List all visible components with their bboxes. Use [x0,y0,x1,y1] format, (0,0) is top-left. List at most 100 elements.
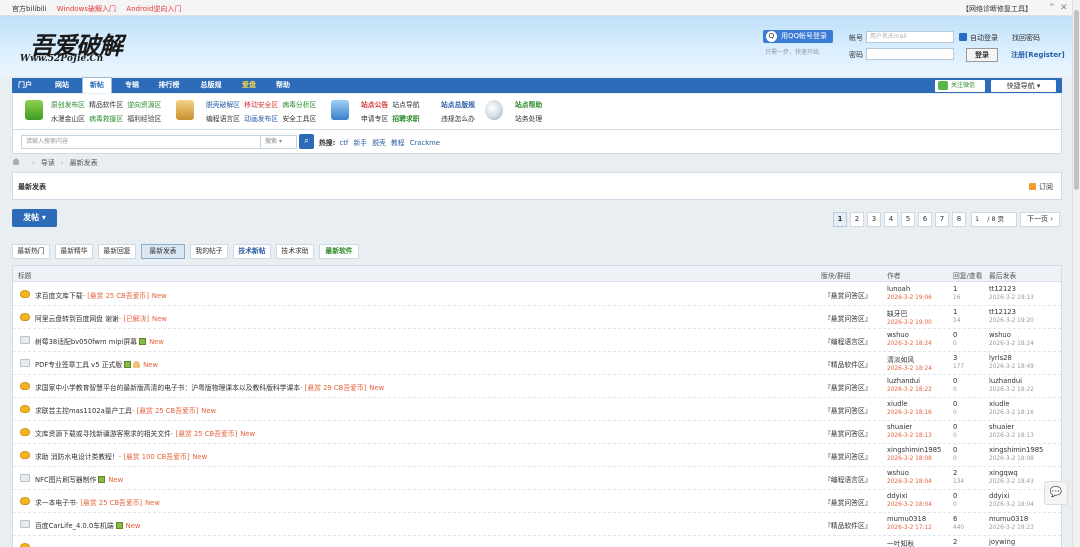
nav-portal[interactable]: 门户 [12,78,38,93]
subnav-link[interactable]: 站点帮助 [515,101,542,109]
table-row[interactable]: 树莓38适配bv050fwm mipi屏幕 New 『编程语言区』 wshuo 2026… [13,329,1061,352]
thread-title[interactable]: 树莓38适配bv050fwm mipi屏幕 New [35,336,164,346]
thread-title[interactable]: 文库资源下载或寻找新疆游客需求的相关文件- [悬赏 25 CB吾爱币] New [35,428,255,438]
thread-title-text[interactable]: 阿里云盘转到百度网盘 谢谢 [35,315,119,323]
thread-title-text[interactable]: 求助 消防水电设计类教程！ [35,453,119,461]
thread-title-text[interactable]: 求国家中小学教育智慧平台的最新版高清的电子书：沪粤版物理课本以及教科版科学课本 [35,384,300,392]
thread-forum[interactable]: 『悬赏问答区』 [824,497,872,507]
last-post-date[interactable]: 2026-3-2 18:43 [989,479,1034,485]
scrollbar-thumb[interactable] [1074,10,1079,190]
thread-author[interactable]: xingshimin1985 [887,446,941,454]
thread-author[interactable]: lunoah [887,285,932,293]
next-page-button[interactable]: 下一页 › [1020,212,1060,227]
network-tool-link[interactable]: 【网络诊断修复工具】 [962,4,1032,14]
nav-new-posts[interactable]: 新帖 [82,77,112,93]
thread-forum[interactable]: 『悬赏问答区』 [824,405,872,415]
tab-latest[interactable]: 最新发表 [141,244,185,259]
tab-tech-new[interactable]: 技术新帖 [233,244,271,259]
login-button[interactable]: 登录 [966,48,998,62]
thread-forum[interactable]: 『编程语言区』 [824,336,872,346]
subnav-link[interactable]: 招聘求职 [392,115,419,123]
table-row[interactable]: 求助 消防水电设计类教程！- [悬赏 100 CB吾爱币] New 『悬赏问答区』 x… [13,444,1061,467]
thread-forum[interactable]: 『悬赏问答区』 [824,428,872,438]
last-post-date[interactable]: 2026-3-2 18:04 [989,502,1034,508]
thread-author[interactable]: 一叶知秋 [887,538,914,547]
nav-site[interactable]: 网站 [49,78,75,93]
last-post-user[interactable]: wshuo [989,331,1034,339]
thread-title[interactable]: NFC图片刷写器制作 New [35,474,123,484]
page-link[interactable]: 3 [867,212,881,227]
last-post-date[interactable]: 2026-3-2 18:49 [989,364,1034,370]
quick-nav-button[interactable]: 快捷导航 ▾ [991,80,1056,92]
tab-my-posts[interactable]: 我的帖子 [190,244,228,259]
last-post-user[interactable]: xingqwq [989,469,1034,477]
last-post-date[interactable]: 2026-3-2 19:23 [989,525,1034,531]
breadcrumb-item[interactable]: 导读 [41,159,55,167]
thread-forum[interactable]: 『编程语言区』 [824,474,872,484]
thread-author[interactable]: 清淡如风 [887,354,932,364]
subnav-link[interactable]: 站务处理 [515,115,542,123]
thread-author[interactable]: xiudle [887,400,932,408]
subnav-link[interactable]: 申请专区 [361,115,388,123]
thread-author[interactable]: ddyixi [887,492,932,500]
scrollbar[interactable] [1072,0,1080,547]
nav-aipan[interactable]: 爱盘 [236,78,262,93]
page-link[interactable]: 8 [952,212,966,227]
page-link[interactable]: 7 [935,212,949,227]
page-link[interactable]: 2 [850,212,864,227]
page-link[interactable]: 1 [833,212,847,227]
register-link[interactable]: 注册[Register] [1011,50,1065,60]
thread-forum[interactable]: 『悬赏问答区』 [824,313,872,323]
search-type-select[interactable]: 搜索 ▾ [261,135,297,149]
subnav-link[interactable]: 福利经验区 [127,115,161,123]
top-link-windows[interactable]: Windows破解入门 [57,5,116,13]
last-post-date[interactable]: 2026-3-2 18:24 [989,341,1034,347]
subnav-link[interactable]: 病毒救援区 [89,115,123,123]
subnav-link[interactable]: 精品软件区 [89,101,123,109]
tab-hot[interactable]: 最新热门 [12,244,50,259]
subnav-link[interactable]: 动画发布区 [244,115,278,123]
table-row[interactable]: PDF专业签章工具 v5 正式版 New 『精品软件区』 清淡如风 2026-3-2 1… [13,352,1061,375]
thread-title-text[interactable]: 求联芸主控mas1102a量产工具 [35,407,132,415]
thread-title-text[interactable]: 树莓38适配bv050fwm mipi屏幕 [35,338,137,346]
thread-title-text[interactable]: PDF专业签章工具 v5 正式版 [35,361,122,369]
subnav-link[interactable]: 编程语言区 [206,115,240,123]
table-row[interactable]: 求国家中小学教育智慧平台的最新版高清的电子书：沪粤版物理课本以及教科版科学课本-… [13,375,1061,398]
thread-title[interactable]: 阿里云盘转到百度网盘 谢谢- [已解决] New [35,313,167,323]
thread-title[interactable]: 求百度文库下载- [悬赏 25 CB吾爱币] New [35,290,167,300]
thread-forum[interactable]: 『悬赏问答区』 [824,382,872,392]
subnav-link[interactable]: 站点公告 [361,101,388,109]
nav-rankings[interactable]: 排行榜 [152,78,186,93]
last-post-user[interactable]: luzhandui [989,377,1034,385]
chat-icon[interactable]: 💬 [1044,481,1068,505]
last-post-user[interactable]: tt12123 [989,308,1034,316]
subnav-link[interactable]: 水漫金山区 [51,115,85,123]
thread-title-text[interactable]: 求一本电子书 [35,499,76,507]
page-link[interactable]: 6 [918,212,932,227]
qq-login-button[interactable]: Q 用QQ帐号登录 [763,30,833,43]
thread-author[interactable]: luzhandui [887,377,932,385]
last-post-date[interactable]: 2026-3-2 18:16 [989,410,1034,416]
password-input[interactable] [866,48,954,60]
hot-search-term[interactable]: 教程 [391,139,405,147]
hot-search-term[interactable]: Crackme [410,139,440,147]
auto-login-checkbox[interactable] [959,33,967,41]
hot-search-term[interactable]: 脱壳 [372,139,386,147]
thread-title-text[interactable]: 求百度文库下载 [35,292,83,300]
top-link-bilibili[interactable]: 官方bilibili [12,5,47,13]
table-row[interactable]: 求联芸主控mas1102a量产工具- [悬赏 25 CB吾爱币] New 『悬赏问答… [13,398,1061,421]
thread-title-text[interactable]: NFC图片刷写器制作 [35,476,96,484]
thread-author[interactable]: mumu0318 [887,515,932,523]
thread-title[interactable]: 求一本电子书- [悬赏 25 CB吾爱币] New [35,497,160,507]
subnav-link[interactable]: 原创发布区 [51,101,85,109]
table-row[interactable]: 文库资源下载或寻找新疆游客需求的相关文件- [悬赏 25 CB吾爱币] New 『悬… [13,421,1061,444]
tab-replies[interactable]: 最新回复 [98,244,136,259]
last-post-date[interactable]: 2026-3-2 19:20 [989,318,1034,324]
account-input[interactable]: 用户名/Email [866,31,954,43]
home-icon[interactable] [12,158,20,165]
thread-title[interactable]: 求助 消防水电设计类教程！- [悬赏 100 CB吾爱币] New [35,451,207,461]
last-post-date[interactable]: 2026-3-2 18:13 [989,433,1034,439]
thread-forum[interactable]: 『精品软件区』 [824,359,872,369]
last-post-user[interactable]: lyrls28 [989,354,1034,362]
wechat-follow-button[interactable]: 关注微信 [935,80,985,92]
